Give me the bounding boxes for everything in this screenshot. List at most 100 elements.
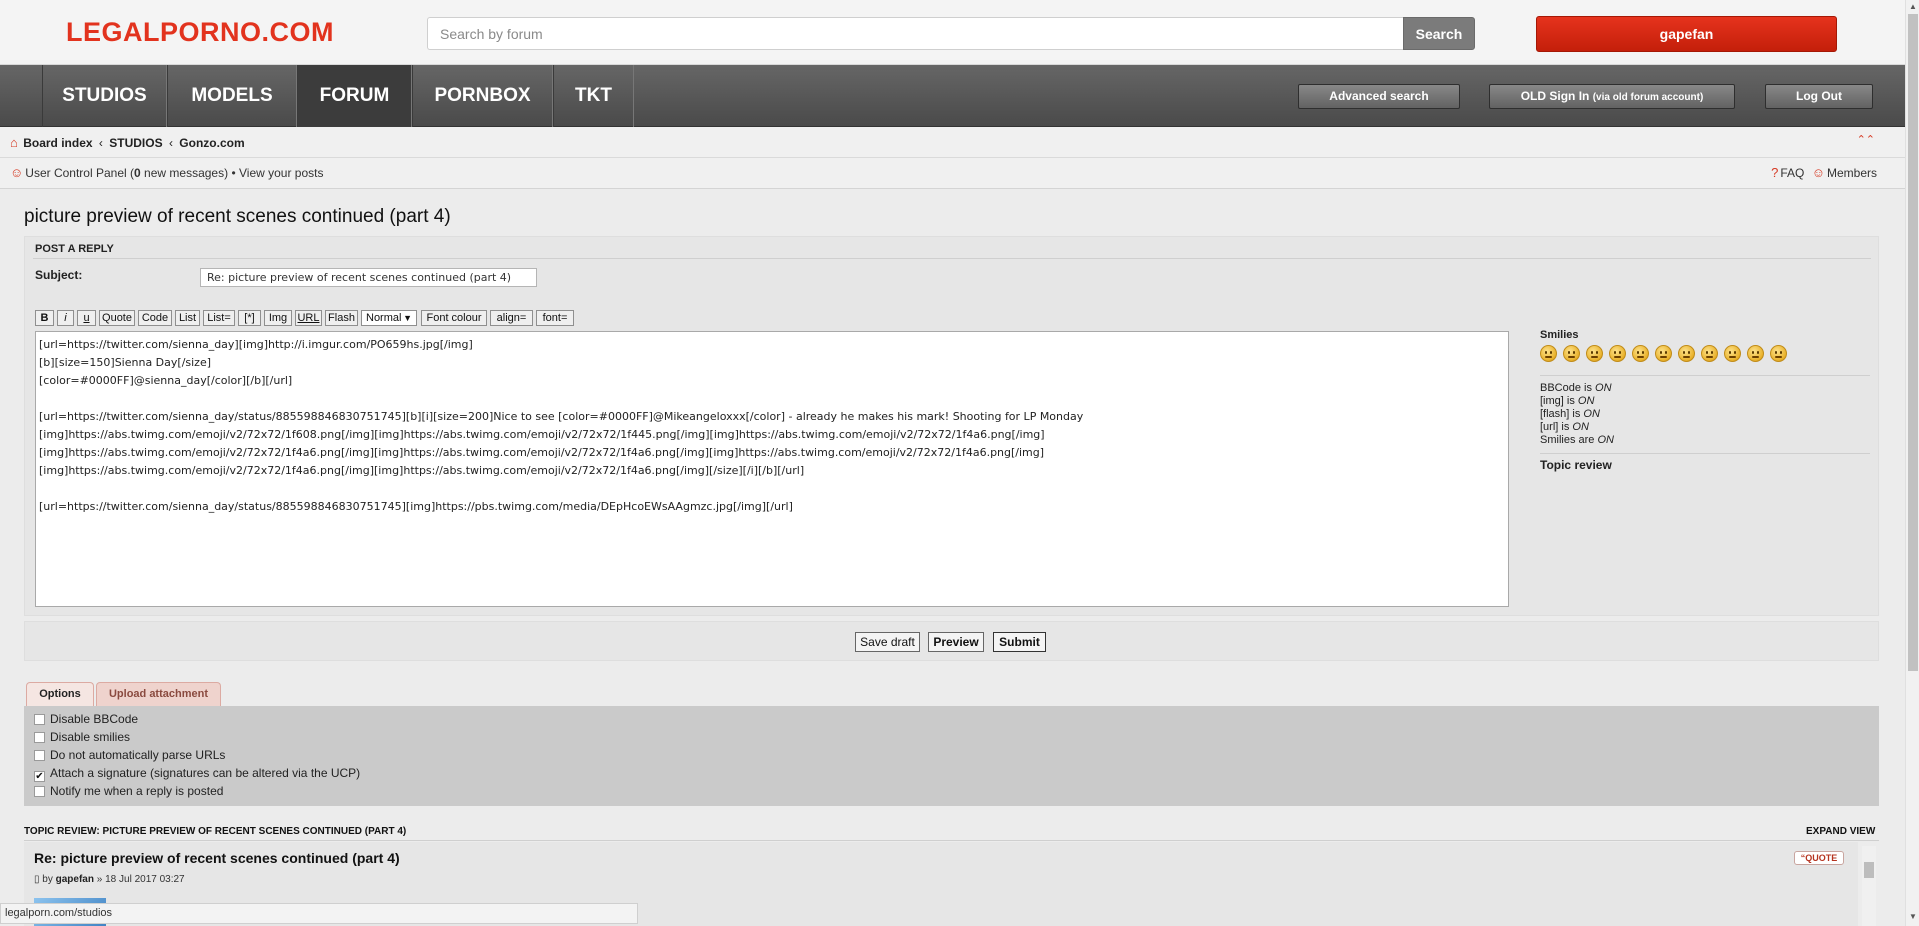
- post-title[interactable]: Re: picture preview of recent scenes con…: [34, 850, 400, 866]
- quote-button[interactable]: Quote: [99, 310, 135, 326]
- subject-input[interactable]: Re: picture preview of recent scenes con…: [200, 268, 537, 287]
- list-button[interactable]: List: [175, 310, 200, 326]
- url-status: [url] is ON: [1540, 421, 1589, 433]
- font-colour-button[interactable]: Font colour: [421, 310, 487, 326]
- old-sign-in-button[interactable]: OLD Sign In (via old forum account): [1489, 84, 1735, 109]
- smiley-icon[interactable]: [1540, 345, 1557, 362]
- img-status: [img] is ON: [1540, 395, 1595, 407]
- checkbox[interactable]: [34, 786, 45, 797]
- tab-upload-attachment[interactable]: Upload attachment: [96, 682, 221, 706]
- tab-options[interactable]: Options: [26, 682, 94, 706]
- option-no-parse-urls[interactable]: Do not automatically parse URLs: [34, 748, 225, 762]
- font-button[interactable]: font=: [536, 310, 574, 326]
- smiley-icon[interactable]: [1701, 345, 1718, 362]
- page-scrollbar[interactable]: ▲ ▼: [1905, 0, 1919, 926]
- divider: [1540, 375, 1870, 376]
- scrollbar-thumb[interactable]: [1864, 862, 1874, 878]
- view-posts-link[interactable]: View your posts: [239, 166, 324, 180]
- post-meta: ▯ by gapefan » 18 Jul 2017 03:27: [34, 874, 185, 885]
- nav-tkt[interactable]: TKT: [553, 65, 634, 127]
- nav-studios[interactable]: STUDIOS: [42, 65, 167, 127]
- divider: [1540, 453, 1870, 454]
- quote-button[interactable]: “QUOTE: [1794, 851, 1844, 865]
- smiley-icon[interactable]: [1770, 345, 1787, 362]
- collapse-header-icon[interactable]: ⌃⌃: [1857, 133, 1875, 146]
- post-reply-heading: POST A REPLY: [35, 243, 114, 255]
- post-author[interactable]: gapefan: [56, 874, 94, 885]
- divider: [0, 157, 1905, 158]
- url-button[interactable]: URL: [295, 310, 322, 326]
- page-title[interactable]: picture preview of recent scenes continu…: [24, 206, 451, 228]
- site-logo[interactable]: LEGALPORNO.COM: [66, 17, 334, 48]
- topic-review-link[interactable]: Topic review: [1540, 458, 1870, 472]
- message-editor[interactable]: [url=https://twitter.com/sienna_day][img…: [35, 331, 1509, 607]
- smiley-icon[interactable]: [1586, 345, 1603, 362]
- options-panel: Disable BBCode Disable smilies Do not au…: [24, 706, 1879, 806]
- align-button[interactable]: align=: [490, 310, 533, 326]
- smiley-icon[interactable]: [1609, 345, 1626, 362]
- scroll-down-icon[interactable]: ▼: [1909, 912, 1917, 921]
- font-size-value: Normal: [366, 312, 402, 324]
- breadcrumb-separator: ‹: [98, 136, 103, 150]
- smiley-icon[interactable]: [1632, 345, 1649, 362]
- save-draft-button[interactable]: Save draft: [855, 632, 920, 652]
- code-button[interactable]: Code: [138, 310, 172, 326]
- bold-button[interactable]: B: [35, 310, 54, 326]
- list-eq-button[interactable]: List=: [203, 310, 235, 326]
- font-size-select[interactable]: Normal ▼: [361, 310, 417, 326]
- option-notify-reply[interactable]: Notify me when a reply is posted: [34, 784, 223, 798]
- smiley-icon[interactable]: [1563, 345, 1580, 362]
- logout-button[interactable]: Log Out: [1765, 84, 1873, 109]
- browser-status-bar: legalporn.com/studios: [0, 903, 638, 924]
- ucp-links: ☺ User Control Panel (0 new messages) • V…: [10, 165, 324, 180]
- preview-button[interactable]: Preview: [928, 632, 984, 652]
- home-icon: ⌂: [10, 135, 18, 150]
- option-disable-bbcode[interactable]: Disable BBCode: [34, 712, 138, 726]
- breadcrumb-board-index[interactable]: Board index: [23, 136, 92, 150]
- option-attach-signature[interactable]: ✔ Attach a signature (signatures can be a…: [34, 766, 360, 782]
- members-link[interactable]: Members: [1827, 166, 1877, 180]
- divider: [24, 840, 1879, 841]
- smilies-status: Smilies are ON: [1540, 434, 1614, 446]
- members-icon: ☺: [1811, 165, 1825, 180]
- post-reply-panel: POST A REPLY Subject: Re: picture previe…: [24, 236, 1879, 616]
- smiley-icon[interactable]: [1678, 345, 1695, 362]
- user-menu-button[interactable]: gapefan: [1536, 16, 1837, 52]
- advanced-search-button[interactable]: Advanced search: [1298, 84, 1460, 109]
- checkbox[interactable]: [34, 750, 45, 761]
- user-icon: ☺: [10, 165, 24, 180]
- smiley-icon[interactable]: [1724, 345, 1741, 362]
- help-links: ? FAQ ☺ Members: [1771, 165, 1877, 180]
- flash-button[interactable]: Flash: [325, 310, 358, 326]
- breadcrumb-gonzo[interactable]: Gonzo.com: [179, 136, 244, 150]
- search-bar: Search: [427, 17, 1477, 50]
- submit-button[interactable]: Submit: [993, 632, 1046, 652]
- checkbox[interactable]: [34, 714, 45, 725]
- topic-review-scrollbar[interactable]: [1862, 846, 1876, 926]
- old-sign-in-sub: (via old forum account): [1592, 92, 1704, 103]
- new-messages-label[interactable]: new messages: [144, 166, 224, 180]
- checkbox-checked[interactable]: ✔: [34, 771, 45, 782]
- search-button[interactable]: Search: [1403, 17, 1475, 50]
- new-messages-count: 0: [134, 166, 141, 180]
- underline-button[interactable]: u: [77, 310, 96, 326]
- faq-icon: ?: [1771, 165, 1779, 180]
- nav-models[interactable]: MODELS: [167, 65, 297, 127]
- smiley-icon[interactable]: [1655, 345, 1672, 362]
- expand-view-link[interactable]: EXPAND VIEW: [1806, 826, 1875, 837]
- breadcrumb-studios[interactable]: STUDIOS: [109, 136, 162, 150]
- smiley-icon[interactable]: [1747, 345, 1764, 362]
- search-input[interactable]: [427, 17, 1404, 50]
- nav-pornbox[interactable]: PORNBOX: [412, 65, 553, 127]
- ucp-link[interactable]: User Control Panel: [25, 166, 126, 180]
- scroll-up-icon[interactable]: ▲: [1909, 2, 1917, 11]
- option-disable-smilies[interactable]: Disable smilies: [34, 730, 130, 744]
- list-item-button[interactable]: [*]: [238, 310, 261, 326]
- checkbox[interactable]: [34, 732, 45, 743]
- img-button[interactable]: Img: [264, 310, 292, 326]
- italic-button[interactable]: i: [57, 310, 74, 326]
- faq-link[interactable]: FAQ: [1780, 166, 1804, 180]
- editor-sidebar: Smilies BBCode is ON [img] is ON [flash]…: [1540, 329, 1870, 472]
- nav-forum[interactable]: FORUM: [297, 65, 412, 127]
- scrollbar-thumb[interactable]: [1908, 14, 1918, 671]
